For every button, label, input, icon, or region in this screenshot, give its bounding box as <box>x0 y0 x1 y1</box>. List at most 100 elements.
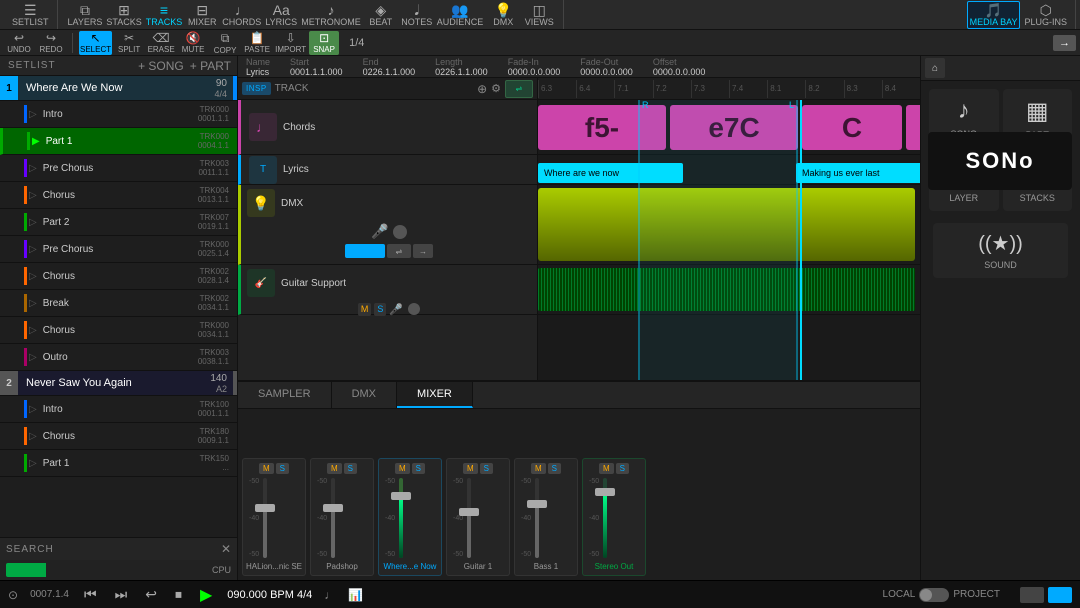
add-part-btn[interactable]: + PART <box>188 57 233 75</box>
views-btn[interactable]: ◫ VIEWS <box>521 1 557 29</box>
dmx-block[interactable] <box>538 188 915 261</box>
lyrics-btn[interactable]: Aa LYRICS <box>263 1 299 29</box>
mixer-btn[interactable]: ⊟ MIXER <box>184 1 220 29</box>
chord-block-a2c[interactable]: A2C <box>906 105 920 150</box>
part-prechorus-2[interactable]: ▷ Pre Chorus TRK0000025.1.4 <box>0 236 237 263</box>
media-home-btn[interactable]: ⌂ <box>925 58 945 78</box>
track-settings-btn[interactable]: ⚙ <box>491 82 501 95</box>
part-part1[interactable]: ▶ Part 1 TRK0000004.1.1 <box>0 128 237 155</box>
import-tool-btn[interactable]: ⇩ IMPORT <box>274 31 307 55</box>
undo-btn[interactable]: ↩ UNDO <box>4 31 34 55</box>
dmx-tab[interactable]: DMX <box>332 382 397 408</box>
padshop-mute-btn[interactable]: M <box>327 463 342 474</box>
bass1-fader-handle[interactable] <box>527 500 547 508</box>
stereoout-fader-handle[interactable] <box>595 488 615 496</box>
dmx-export-btn[interactable]: → <box>413 244 433 258</box>
wherenow-fader-handle[interactable] <box>391 492 411 500</box>
select-tool-btn[interactable]: ↖ SELECT <box>79 31 112 55</box>
part-song2-chorus[interactable]: ▷ Chorus TRK1800009.1.1 <box>0 423 237 450</box>
chord-block-e7c[interactable]: e7C <box>670 105 798 150</box>
part-song2-intro[interactable]: ▷ Intro TRK1000001.1.1 <box>0 396 237 423</box>
erase-tool-btn[interactable]: ⌫ ERASE <box>146 31 176 55</box>
part-chorus-3[interactable]: ▷ Chorus TRK0000034.1.1 <box>0 317 237 344</box>
goto-start-btn[interactable]: ⏮ <box>81 586 100 603</box>
part-intro-1[interactable]: ▷ Intro TRK0000001.1.1 <box>0 101 237 128</box>
loop-toggle-btn[interactable]: ⇌ <box>505 80 533 98</box>
chart-btn[interactable]: 📊 <box>348 588 363 602</box>
lyric-block-1[interactable]: Where are we now <box>538 163 683 183</box>
part-part2[interactable]: ▷ Part 2 TRK0070019.1.1 <box>0 209 237 236</box>
bass1-fader-fill <box>535 506 539 558</box>
local-project-switch[interactable] <box>919 588 949 602</box>
chord-block-c[interactable]: C <box>802 105 902 150</box>
audience-btn[interactable]: 👥 AUDIENCE <box>435 1 486 29</box>
guitar1-mute-btn[interactable]: M <box>463 463 478 474</box>
part-chorus-2[interactable]: ▷ Chorus TRK0020028.1.4 <box>0 263 237 290</box>
beat-btn[interactable]: ◈ BEAT <box>363 1 399 29</box>
copy-tool-btn[interactable]: ⧉ COPY <box>210 31 240 55</box>
dmx-loop-btn[interactable]: ⇌ <box>387 244 411 258</box>
part-song2-part1[interactable]: ▷ Part 1 TRK150... <box>0 450 237 477</box>
metronome-btn[interactable]: ♪ METRONOME <box>299 1 363 29</box>
guitar-dot-btn[interactable] <box>408 303 420 315</box>
dmx-btn[interactable]: 💡 DMX <box>485 1 521 29</box>
notes-btn[interactable]: 𝅘𝅥 NOTES <box>399 1 435 29</box>
view-toggle-2[interactable] <box>1048 587 1072 603</box>
search-close-btn[interactable]: ✕ <box>221 542 231 556</box>
padshop-fader-handle[interactable] <box>323 504 343 512</box>
chord-block-f5[interactable]: f5- <box>538 105 666 150</box>
guitar-mute-btn[interactable]: M <box>358 303 372 316</box>
guitar-waveform[interactable] <box>538 268 915 311</box>
guitar1-fader-handle[interactable] <box>459 508 479 516</box>
padshop-solo-btn[interactable]: S <box>344 463 357 474</box>
guitar-mic-icon[interactable]: 🎤 <box>389 303 403 316</box>
dmx-dot-btn[interactable] <box>393 225 407 239</box>
part-prechorus-1[interactable]: ▷ Pre Chorus TRK0030011.1.1 <box>0 155 237 182</box>
bass1-solo-btn[interactable]: S <box>548 463 561 474</box>
song-item-1[interactable]: 1 Where Are We Now 90 4/4 <box>0 76 237 101</box>
wherenow-mute-btn[interactable]: M <box>395 463 410 474</box>
stereoout-solo-btn[interactable]: S <box>616 463 629 474</box>
plugins-btn[interactable]: ⬡ PLUG-INS <box>1022 1 1069 29</box>
part-break[interactable]: ▷ Break TRK0020034.1.1 <box>0 290 237 317</box>
guitar1-solo-btn[interactable]: S <box>480 463 493 474</box>
halion-fader-handle[interactable] <box>255 504 275 512</box>
wherenow-solo-btn[interactable]: S <box>412 463 425 474</box>
sampler-tab[interactable]: SAMPLER <box>238 382 332 408</box>
redo-btn[interactable]: ↪ REDO <box>36 31 66 55</box>
dmx-mic-icon[interactable]: 🎤 <box>371 223 388 240</box>
guitar-solo-btn[interactable]: S <box>374 303 386 316</box>
arrow-right-btn[interactable]: → <box>1053 35 1076 51</box>
tracks-btn[interactable]: ≡ TRACKS <box>144 1 185 29</box>
bass1-mute-btn[interactable]: M <box>531 463 546 474</box>
setlist-btn[interactable]: ☰ SETLIST <box>10 1 51 29</box>
add-track-btn[interactable]: ⊕ <box>477 82 487 96</box>
snap-tool-btn[interactable]: ⊡ SNAP <box>309 31 339 55</box>
play-btn[interactable]: ▶ <box>197 585 215 605</box>
song-item-2[interactable]: 2 Never Saw You Again 140 A2 <box>0 371 237 396</box>
split-tool-btn[interactable]: ✂ SPLIT <box>114 31 144 55</box>
layers-btn[interactable]: ⧉ LAYERS <box>66 1 105 29</box>
insp-button[interactable]: INSP <box>242 82 271 95</box>
part-chorus-1[interactable]: ▷ Chorus TRK0040013.1.1 <box>0 182 237 209</box>
lyric-block-2[interactable]: Making us ever last <box>796 163 920 183</box>
halion-mute-btn[interactable]: M <box>259 463 274 474</box>
stereoout-mute-btn[interactable]: M <box>599 463 614 474</box>
rewind-btn[interactable]: ↩ <box>142 586 160 603</box>
stacks-btn[interactable]: ⊞ STACKS <box>104 1 143 29</box>
stop-btn[interactable]: ⏹ <box>172 586 185 603</box>
part-outro[interactable]: ▷ Outro TRK0030038.1.1 <box>0 344 237 371</box>
media-sound-item[interactable]: ((★)) SOUND <box>933 223 1069 278</box>
media-bay-btn[interactable]: 🎵 MEDIA BAY <box>967 1 1021 29</box>
sidebar-header: SETLIST + SONG + PART <box>0 56 237 76</box>
halion-solo-btn[interactable]: S <box>276 463 289 474</box>
add-song-btn[interactable]: + SONG <box>136 57 186 75</box>
paste-tool-btn[interactable]: 📋 PASTE <box>242 31 272 55</box>
mute-tool-btn[interactable]: 🔇 MUTE <box>178 31 208 55</box>
chords-btn[interactable]: ♩ CHORDS <box>220 1 263 29</box>
mixer-tab[interactable]: MIXER <box>397 382 473 408</box>
goto-end-btn[interactable]: ⏭ <box>112 586 131 603</box>
status-icon[interactable]: ⊙ <box>8 588 18 602</box>
view-toggle-1[interactable] <box>1020 587 1044 603</box>
dmx-play-range[interactable] <box>345 244 385 258</box>
